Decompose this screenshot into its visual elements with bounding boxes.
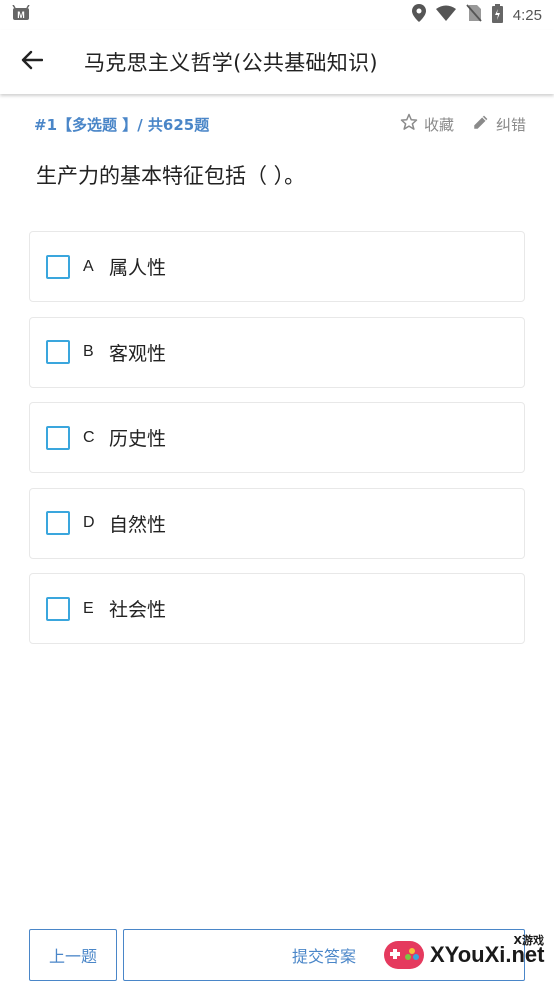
no-sim-icon <box>466 4 482 26</box>
option-text: 社会性 <box>109 599 167 621</box>
checkbox[interactable] <box>46 425 70 450</box>
option-text: 历史性 <box>109 428 167 450</box>
options-list: A 属人性 B 客观性 C 历史性 D 自然性 E 社会性 <box>29 231 525 659</box>
back-button[interactable] <box>0 30 64 94</box>
option-d[interactable]: D 自然性 <box>29 487 525 559</box>
prev-question-button[interactable]: 上一题 <box>29 929 117 981</box>
question-text: 生产力的基本特征包括（ ）。 <box>36 164 306 188</box>
question-meta: #1【多选题 】/ 共625题 收藏 纠错 <box>34 112 526 136</box>
option-letter: C <box>83 428 95 446</box>
page-title: 马克思主义哲学(公共基础知识) <box>84 51 378 75</box>
watermark-subtext: X游戏 <box>513 934 544 947</box>
wifi-icon <box>435 5 456 25</box>
option-letter: A <box>83 257 94 275</box>
watermark: XYouXi.net X游戏 <box>380 924 554 986</box>
option-letter: E <box>83 599 94 617</box>
app-bar: 马克思主义哲学(公共基础知识) <box>0 30 554 94</box>
correct-button[interactable]: 纠错 <box>472 113 526 135</box>
option-letter: B <box>83 343 94 360</box>
star-icon <box>400 113 418 135</box>
question-actions: 收藏 纠错 <box>400 113 526 135</box>
location-icon <box>411 4 426 26</box>
option-text: 属人性 <box>109 257 167 279</box>
status-bar: M 4:25 <box>0 0 554 30</box>
option-b[interactable]: B 客观性 <box>29 316 525 388</box>
correct-label: 纠错 <box>495 115 526 134</box>
question-number: #1【多选题 】/ 共625题 <box>34 115 210 134</box>
option-e[interactable]: E 社会性 <box>29 573 525 644</box>
checkbox[interactable] <box>46 596 70 621</box>
android-debug-icon: M <box>12 4 30 25</box>
status-time: 4:25 <box>512 6 542 24</box>
svg-text:M: M <box>17 10 25 20</box>
option-text: 客观性 <box>109 342 167 365</box>
option-a[interactable]: A 属人性 <box>29 231 525 302</box>
gamepad-logo-icon <box>380 931 428 979</box>
favorite-button[interactable]: 收藏 <box>400 113 454 135</box>
option-letter: D <box>83 514 95 531</box>
option-c[interactable]: C 历史性 <box>29 402 525 473</box>
pencil-icon <box>472 113 490 135</box>
option-text: 自然性 <box>109 513 167 536</box>
checkbox[interactable] <box>46 254 70 279</box>
favorite-label: 收藏 <box>423 115 454 134</box>
checkbox[interactable] <box>46 340 70 364</box>
battery-icon <box>491 3 503 27</box>
arrow-left-icon <box>21 50 44 74</box>
checkbox[interactable] <box>46 511 70 535</box>
